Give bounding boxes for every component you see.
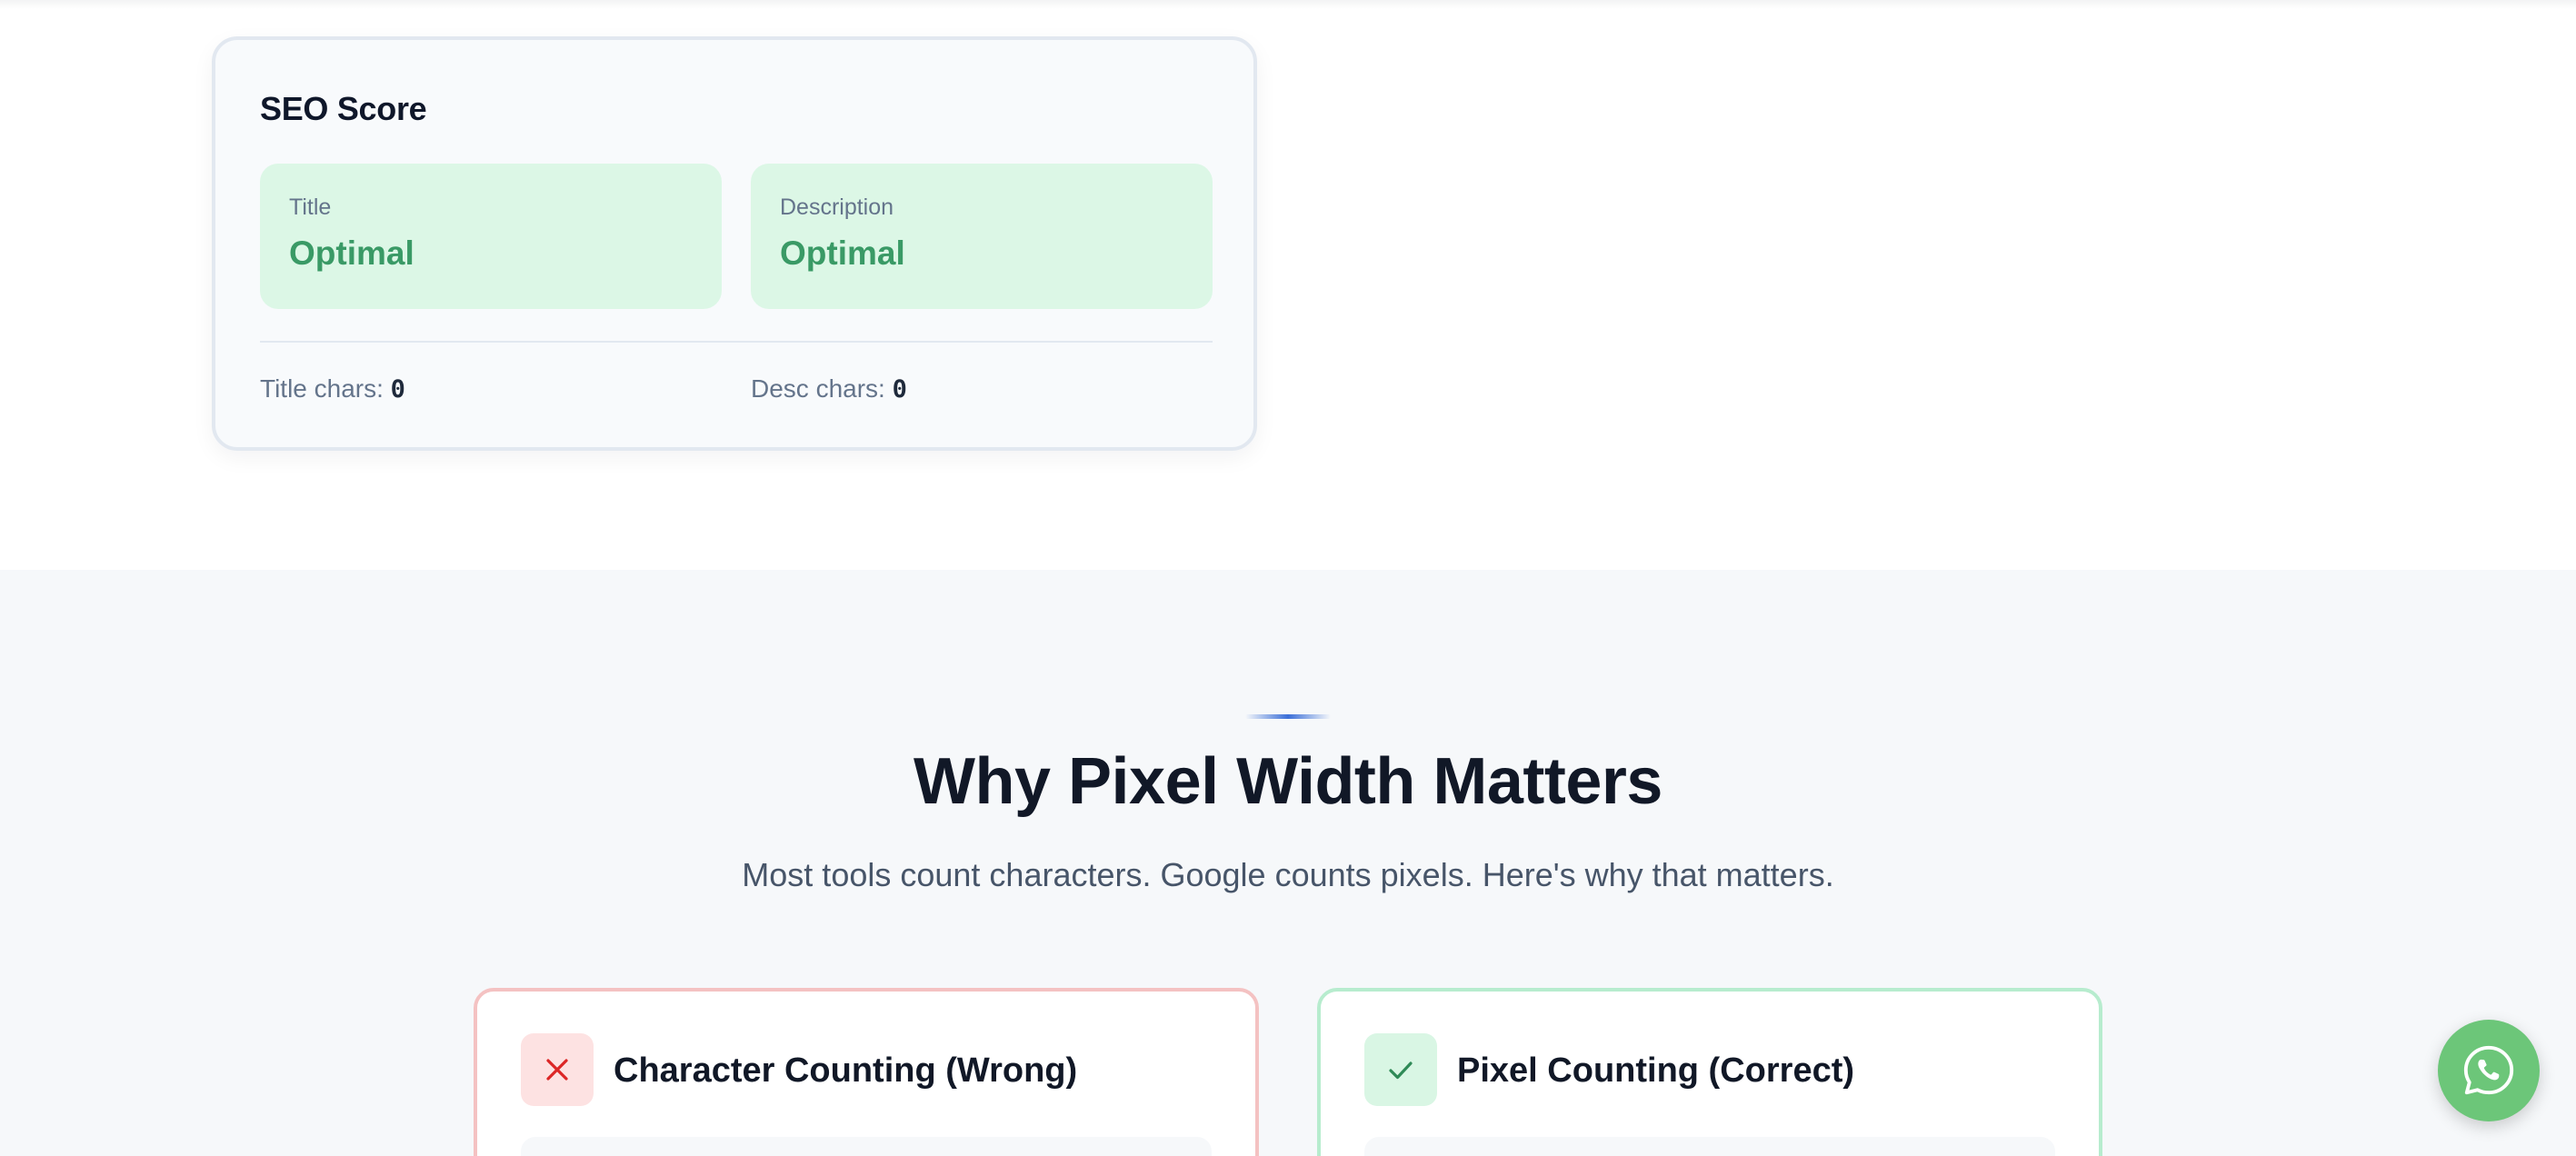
description-score-label: Description — [780, 194, 894, 220]
why-pixel-width-section: Why Pixel Width Matters Most tools count… — [0, 570, 2576, 1156]
title-score-value: Optimal — [289, 234, 414, 272]
title-chars-label: Title chars: — [260, 374, 384, 403]
seo-score-card: SEO Score Title Optimal Description Opti… — [212, 36, 1257, 451]
check-icon — [1364, 1033, 1437, 1106]
description-score-value: Optimal — [780, 234, 905, 272]
whatsapp-icon — [2463, 1045, 2514, 1095]
title-score-box: Title Optimal — [260, 164, 722, 309]
header-shadow — [0, 0, 2576, 9]
character-counting-title: Character Counting (Wrong) — [614, 1051, 1078, 1090]
title-char-count: Title chars: 0 — [260, 374, 405, 404]
title-chars-value: 0 — [390, 375, 405, 404]
desc-char-count: Desc chars: 0 — [751, 374, 907, 404]
title-score-label: Title — [289, 194, 332, 220]
desc-chars-label: Desc chars: — [751, 374, 885, 403]
section-subheading: Most tools count characters. Google coun… — [742, 856, 1834, 893]
x-icon — [521, 1033, 594, 1106]
desc-chars-value: 0 — [892, 375, 907, 404]
character-counting-example — [521, 1137, 1212, 1156]
pixel-counting-card: Pixel Counting (Correct) — [1317, 988, 2102, 1156]
pixel-counting-example — [1364, 1137, 2055, 1156]
whatsapp-chat-button[interactable] — [2438, 1020, 2540, 1121]
seo-score-title: SEO Score — [260, 90, 427, 127]
description-score-box: Description Optimal — [751, 164, 1213, 309]
page: SEO Score Title Optimal Description Opti… — [0, 0, 2576, 1156]
seo-score-section: SEO Score Title Optimal Description Opti… — [0, 0, 2576, 570]
pixel-counting-title: Pixel Counting (Correct) — [1457, 1051, 1855, 1090]
character-counting-card: Character Counting (Wrong) — [474, 988, 1259, 1156]
section-heading: Why Pixel Width Matters — [914, 745, 1662, 818]
heading-accent-line — [1245, 714, 1331, 719]
seo-card-divider — [260, 341, 1213, 343]
